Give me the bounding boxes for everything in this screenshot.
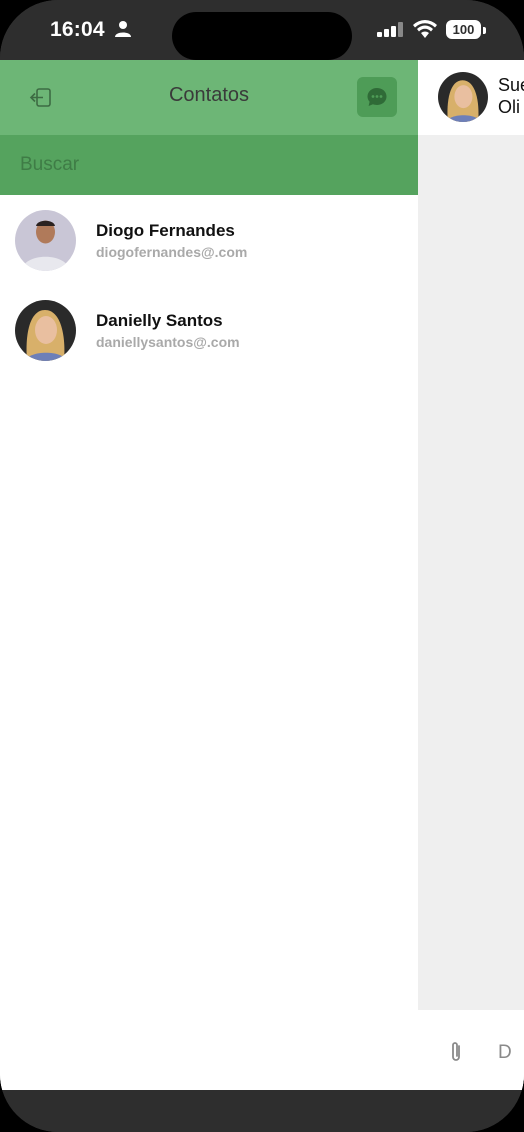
person-icon bbox=[115, 21, 131, 37]
wifi-icon bbox=[413, 20, 437, 38]
contact-name: Diogo Fernandes bbox=[96, 221, 235, 240]
battery-icon: 100 bbox=[446, 20, 486, 41]
chat-panel: Sue Oli D bbox=[418, 60, 524, 1090]
contact-list-item[interactable]: Danielly Santos daniellysantos@.com bbox=[0, 285, 418, 375]
contact-avatar bbox=[15, 300, 76, 361]
search-bar bbox=[0, 135, 418, 195]
contacts-header: Contatos bbox=[0, 60, 418, 135]
battery-level: 100 bbox=[452, 22, 475, 37]
app-screen: Sue Oli D Contatos bbox=[0, 60, 524, 1090]
contact-email: daniellysantos@.com bbox=[96, 334, 240, 350]
home-indicator-area bbox=[0, 1090, 524, 1132]
phone-frame: 16:04 100 Su Oli D Contatos Buscar Diogo… bbox=[0, 0, 524, 1132]
new-chat-button[interactable] bbox=[357, 77, 397, 117]
chat-contact-name: Sue Oli bbox=[498, 75, 524, 117]
contact-name: Danielly Santos bbox=[96, 311, 223, 330]
contact-avatar bbox=[15, 210, 76, 271]
paperclip-icon[interactable] bbox=[446, 1040, 466, 1064]
signal-icon bbox=[377, 22, 403, 37]
status-bar: 16:04 100 bbox=[0, 0, 524, 60]
dynamic-island bbox=[172, 12, 352, 60]
contacts-title: Contatos bbox=[168, 84, 250, 106]
chat-bubble-icon bbox=[367, 88, 387, 106]
status-time: 16:04 bbox=[50, 18, 105, 41]
contacts-drawer: Contatos Buscar Diogo Fernandes diogofer… bbox=[0, 60, 418, 1090]
message-composer: D bbox=[418, 1010, 524, 1090]
chat-contact-avatar bbox=[438, 72, 488, 122]
message-input[interactable]: D bbox=[498, 1042, 512, 1064]
contact-list-item[interactable]: Diogo Fernandes diogofernandes@.com bbox=[0, 195, 418, 285]
search-input[interactable] bbox=[0, 135, 418, 195]
chat-header[interactable]: Sue Oli bbox=[418, 60, 524, 135]
contact-email: diogofernandes@.com bbox=[96, 244, 248, 260]
